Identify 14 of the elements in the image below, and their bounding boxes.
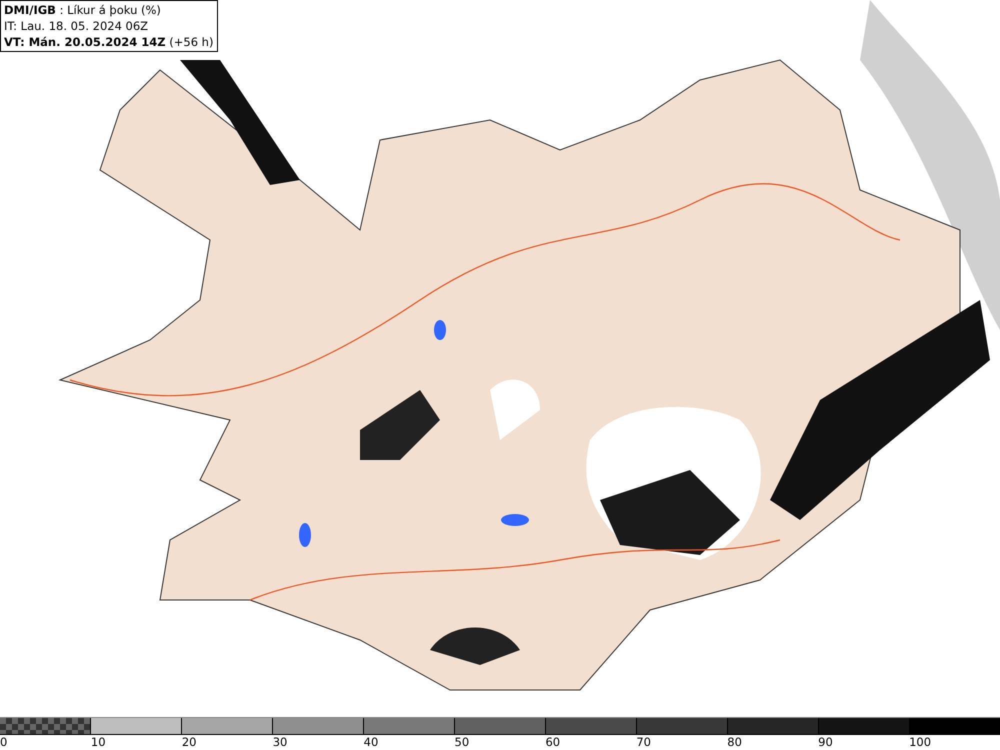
legend-label: 20 [182,735,196,749]
legend-label: 60 [545,735,560,749]
legend-label: 70 [636,735,651,749]
legend-label: 10 [90,735,106,749]
legend-label: 50 [454,735,470,749]
title-line: DMI/IGB : Líkur á þoku (%) [4,2,162,18]
legend-label: 100 [909,735,932,749]
legend-label: 40 [364,735,378,749]
legend-label: 80 [727,735,742,749]
legend-label: 90 [818,735,833,749]
title-line: IT: Lau. 18. 05. 2024 06Z [4,18,150,34]
legend-label: 30 [272,735,288,749]
legend-label: 0 [0,735,8,749]
title-line: VT: Mán. 20.05.2024 14Z (+56 h) [4,34,214,50]
